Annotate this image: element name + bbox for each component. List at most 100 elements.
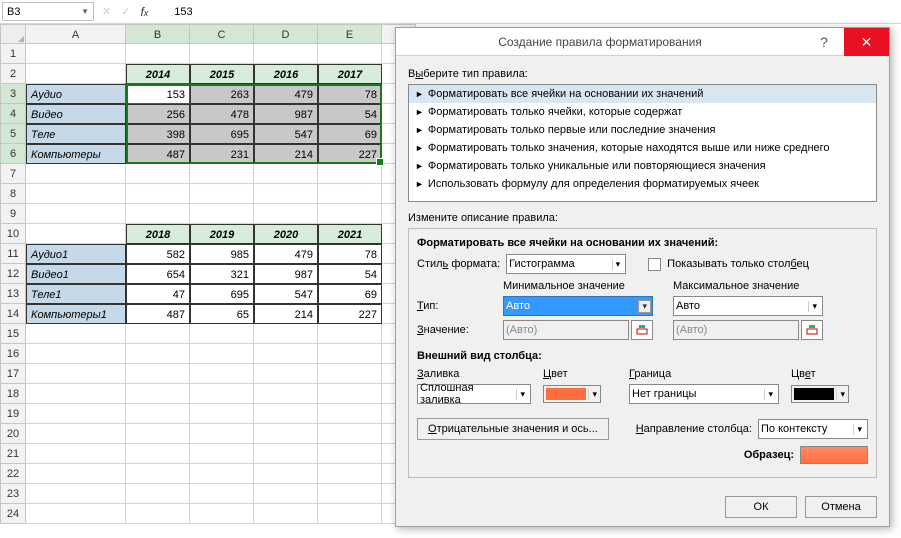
cell[interactable]: Теле1 [26, 284, 126, 304]
cell[interactable] [318, 344, 382, 364]
row-header[interactable]: 14 [0, 304, 26, 324]
close-icon[interactable]: ✕ [844, 28, 889, 56]
cell[interactable]: 2018 [126, 224, 190, 244]
cell[interactable] [190, 364, 254, 384]
cell[interactable]: 547 [254, 284, 318, 304]
row-header[interactable]: 1 [0, 44, 26, 64]
cell[interactable]: 153 [126, 84, 190, 104]
border-type-select[interactable]: Нет границы▾ [629, 384, 779, 404]
range-picker-icon[interactable] [631, 320, 653, 340]
cell[interactable] [190, 324, 254, 344]
row-header[interactable]: 18 [0, 384, 26, 404]
cell[interactable] [254, 164, 318, 184]
cell[interactable] [26, 464, 126, 484]
cell[interactable] [126, 364, 190, 384]
cell[interactable]: 479 [254, 84, 318, 104]
cell[interactable] [26, 404, 126, 424]
cell[interactable] [26, 164, 126, 184]
cell[interactable] [190, 384, 254, 404]
cell[interactable]: 2019 [190, 224, 254, 244]
confirm-icon[interactable]: ✓ [121, 5, 130, 18]
column-header[interactable]: C [190, 24, 254, 44]
cell[interactable] [254, 324, 318, 344]
cell[interactable]: 78 [318, 84, 382, 104]
cell[interactable] [26, 44, 126, 64]
cell[interactable]: 54 [318, 264, 382, 284]
cell[interactable] [190, 184, 254, 204]
cell[interactable] [190, 444, 254, 464]
cell[interactable] [254, 444, 318, 464]
cell[interactable] [126, 484, 190, 504]
row-header[interactable]: 2 [0, 64, 26, 84]
rule-type-item[interactable]: ►Использовать формулу для определения фо… [409, 175, 876, 193]
cell[interactable]: Аудио1 [26, 244, 126, 264]
cell[interactable]: Видео1 [26, 264, 126, 284]
cell[interactable]: 227 [318, 144, 382, 164]
cell[interactable]: 487 [126, 144, 190, 164]
row-header[interactable]: 9 [0, 204, 26, 224]
cell[interactable] [126, 204, 190, 224]
select-all-corner[interactable] [0, 24, 26, 44]
row-header[interactable]: 3 [0, 84, 26, 104]
min-type-select[interactable]: Авто▾ [503, 296, 653, 316]
fill-color-picker[interactable]: ▾ [543, 385, 601, 403]
cell[interactable]: 231 [190, 144, 254, 164]
cell[interactable] [190, 484, 254, 504]
row-header[interactable]: 4 [0, 104, 26, 124]
row-header[interactable]: 23 [0, 484, 26, 504]
cell[interactable] [26, 184, 126, 204]
cell[interactable] [190, 424, 254, 444]
column-header[interactable]: E [318, 24, 382, 44]
row-header[interactable]: 7 [0, 164, 26, 184]
cell[interactable] [26, 444, 126, 464]
cancel-icon[interactable]: ✕ [102, 5, 111, 18]
cell[interactable] [126, 404, 190, 424]
cell[interactable] [190, 344, 254, 364]
cell[interactable]: 478 [190, 104, 254, 124]
cell[interactable] [318, 484, 382, 504]
cell[interactable]: 985 [190, 244, 254, 264]
cell[interactable] [318, 424, 382, 444]
cell[interactable] [190, 164, 254, 184]
cell[interactable] [26, 344, 126, 364]
cell[interactable]: Аудио [26, 84, 126, 104]
cell[interactable] [318, 384, 382, 404]
row-header[interactable]: 10 [0, 224, 26, 244]
cell[interactable] [126, 184, 190, 204]
chevron-down-icon[interactable]: ▼ [81, 7, 89, 16]
cell[interactable] [190, 44, 254, 64]
cell[interactable] [254, 484, 318, 504]
cell[interactable] [126, 384, 190, 404]
cell[interactable]: 214 [254, 144, 318, 164]
cell[interactable]: 2015 [190, 64, 254, 84]
bar-direction-select[interactable]: По контексту▾ [758, 419, 868, 439]
cell[interactable] [190, 504, 254, 524]
cell[interactable] [254, 364, 318, 384]
cell[interactable] [254, 404, 318, 424]
cell[interactable] [318, 364, 382, 384]
cell[interactable] [318, 184, 382, 204]
max-value-input[interactable]: (Авто) [673, 320, 799, 340]
cell[interactable] [126, 324, 190, 344]
cell[interactable]: 2021 [318, 224, 382, 244]
rule-type-item[interactable]: ►Форматировать все ячейки на основании и… [409, 85, 876, 103]
cell[interactable]: Компьютеры1 [26, 304, 126, 324]
cell[interactable] [254, 504, 318, 524]
cell[interactable]: 54 [318, 104, 382, 124]
negative-values-button[interactable]: Отрицательные значения и ось... [417, 418, 609, 440]
cell[interactable] [26, 204, 126, 224]
row-header[interactable]: 19 [0, 404, 26, 424]
rule-type-item[interactable]: ►Форматировать только ячейки, которые со… [409, 103, 876, 121]
cell[interactable]: 65 [190, 304, 254, 324]
cell[interactable] [254, 384, 318, 404]
row-header[interactable]: 22 [0, 464, 26, 484]
cell[interactable]: 695 [190, 124, 254, 144]
cell[interactable]: 214 [254, 304, 318, 324]
cell[interactable]: 987 [254, 104, 318, 124]
row-header[interactable]: 5 [0, 124, 26, 144]
cell[interactable] [26, 64, 126, 84]
cell[interactable]: 2017 [318, 64, 382, 84]
cell[interactable] [318, 504, 382, 524]
cell[interactable] [190, 464, 254, 484]
cell[interactable]: 321 [190, 264, 254, 284]
